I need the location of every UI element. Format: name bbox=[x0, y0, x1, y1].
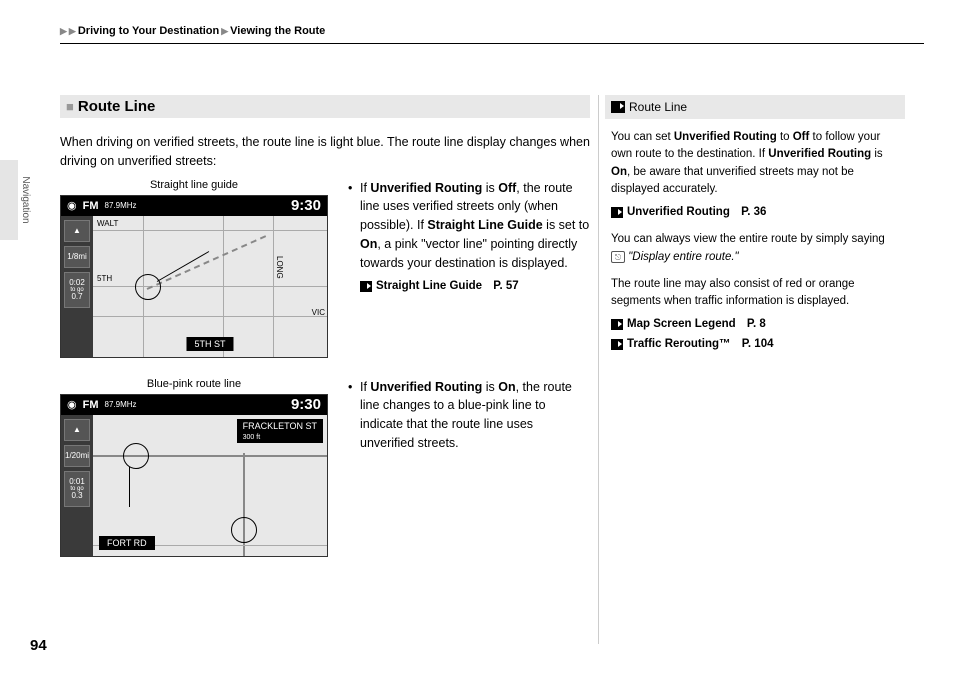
aside-paragraph: You can always view the entire route by … bbox=[611, 231, 899, 266]
radio-band: FM bbox=[83, 200, 99, 212]
radio-freq: 87.9MHz bbox=[105, 201, 137, 210]
main-column: ■ Route Line When driving on verified st… bbox=[60, 95, 590, 577]
bullet-text: If Unverified Routing is On, the route l… bbox=[348, 378, 590, 453]
nav-sidebar: ▲ 1/8mi 0:02to go0.7 bbox=[61, 216, 93, 357]
speaker-icon: ◉ bbox=[67, 199, 77, 212]
direction-icon: ▲ bbox=[64, 220, 90, 242]
cross-reference: Unverified Routing P. 36 bbox=[611, 204, 899, 221]
aside-paragraph: The route line may also consist of red o… bbox=[611, 276, 899, 311]
range-btn: 1/20mi bbox=[64, 445, 90, 467]
figure: Straight line guide ◉ FM 87.9MHz 9:30 ▲ … bbox=[60, 179, 328, 358]
clock: 9:30 bbox=[291, 396, 321, 413]
figure: Blue-pink route line ◉ FM 87.9MHz 9:30 ▲… bbox=[60, 378, 328, 557]
cross-reference: Straight Line Guide P. 57 bbox=[360, 278, 590, 295]
nav-screenshot: ◉ FM 87.9MHz 9:30 ▲ 1/20mi 0:01to go0.3 bbox=[60, 394, 328, 557]
clock: 9:30 bbox=[291, 197, 321, 214]
street-sign: 5TH ST bbox=[186, 337, 233, 351]
breadcrumb-part: Driving to Your Destination bbox=[78, 25, 219, 37]
callout-circle bbox=[231, 517, 257, 543]
street-sign: FORT RD bbox=[99, 536, 155, 550]
chevron-icon: ▶ bbox=[221, 26, 228, 37]
xref-icon bbox=[611, 207, 623, 218]
nav-map: WALT 5TH LONG VIC 5TH ST bbox=[93, 216, 327, 357]
section-tab: Navigation bbox=[0, 160, 18, 240]
street-label: WALT bbox=[97, 219, 118, 228]
content-row: Straight line guide ◉ FM 87.9MHz 9:30 ▲ … bbox=[60, 179, 590, 358]
aside-heading: Route Line bbox=[605, 95, 905, 119]
chevron-icon: ▶ bbox=[69, 26, 76, 37]
square-icon: ■ bbox=[66, 99, 74, 114]
figure-caption: Straight line guide bbox=[60, 179, 328, 191]
street-label: LONG bbox=[275, 256, 284, 279]
range-btn: 1/8mi bbox=[64, 246, 90, 268]
speaker-icon: ◉ bbox=[67, 398, 77, 411]
radio-band: FM bbox=[83, 399, 99, 411]
nav-topbar: ◉ FM 87.9MHz 9:30 bbox=[61, 395, 327, 415]
figure-caption: Blue-pink route line bbox=[60, 378, 328, 390]
section-heading: ■ Route Line bbox=[60, 95, 590, 118]
page-number: 94 bbox=[30, 637, 47, 654]
voice-icon: ⎋ bbox=[611, 251, 625, 263]
callout-circle bbox=[123, 443, 149, 469]
content-row: Blue-pink route line ◉ FM 87.9MHz 9:30 ▲… bbox=[60, 378, 590, 557]
intro-paragraph: When driving on verified streets, the ro… bbox=[60, 133, 590, 171]
breadcrumb: ▶▶ Driving to Your Destination ▶ Viewing… bbox=[60, 25, 924, 44]
nav-map: FRACKLETON ST300 ft FORT RD bbox=[93, 415, 327, 556]
eta-box: 0:02to go0.7 bbox=[64, 272, 90, 308]
street-label: VIC bbox=[312, 308, 325, 317]
radio-freq: 87.9MHz bbox=[105, 400, 137, 409]
section-tab-label: Navigation bbox=[20, 176, 31, 223]
direction-icon: ▲ bbox=[64, 419, 90, 441]
callout-line bbox=[129, 467, 130, 507]
column-divider bbox=[598, 95, 599, 644]
heading-text: Route Line bbox=[78, 98, 156, 115]
cross-reference: Map Screen Legend P. 8 bbox=[611, 316, 899, 333]
chevron-icon: ▶ bbox=[60, 26, 67, 37]
xref-icon bbox=[611, 319, 623, 330]
xref-icon bbox=[611, 101, 625, 113]
callout-line bbox=[157, 251, 209, 282]
xref-icon bbox=[360, 281, 372, 292]
xref-icon bbox=[611, 339, 623, 350]
street-sign: FRACKLETON ST300 ft bbox=[237, 419, 323, 443]
cross-reference: Traffic Rerouting™ P. 104 bbox=[611, 336, 899, 353]
breadcrumb-part: Viewing the Route bbox=[230, 25, 325, 37]
aside-paragraph: You can set Unverified Routing to Off to… bbox=[611, 129, 899, 198]
eta-box: 0:01to go0.3 bbox=[64, 471, 90, 507]
callout-circle bbox=[135, 274, 161, 300]
nav-screenshot: ◉ FM 87.9MHz 9:30 ▲ 1/8mi 0:02to go0.7 bbox=[60, 195, 328, 358]
nav-sidebar: ▲ 1/20mi 0:01to go0.3 bbox=[61, 415, 93, 556]
bullet-text: If Unverified Routing is Off, the route … bbox=[348, 179, 590, 296]
street-label: 5TH bbox=[97, 274, 112, 283]
nav-topbar: ◉ FM 87.9MHz 9:30 bbox=[61, 196, 327, 216]
aside-column: Route Line You can set Unverified Routin… bbox=[605, 95, 905, 363]
